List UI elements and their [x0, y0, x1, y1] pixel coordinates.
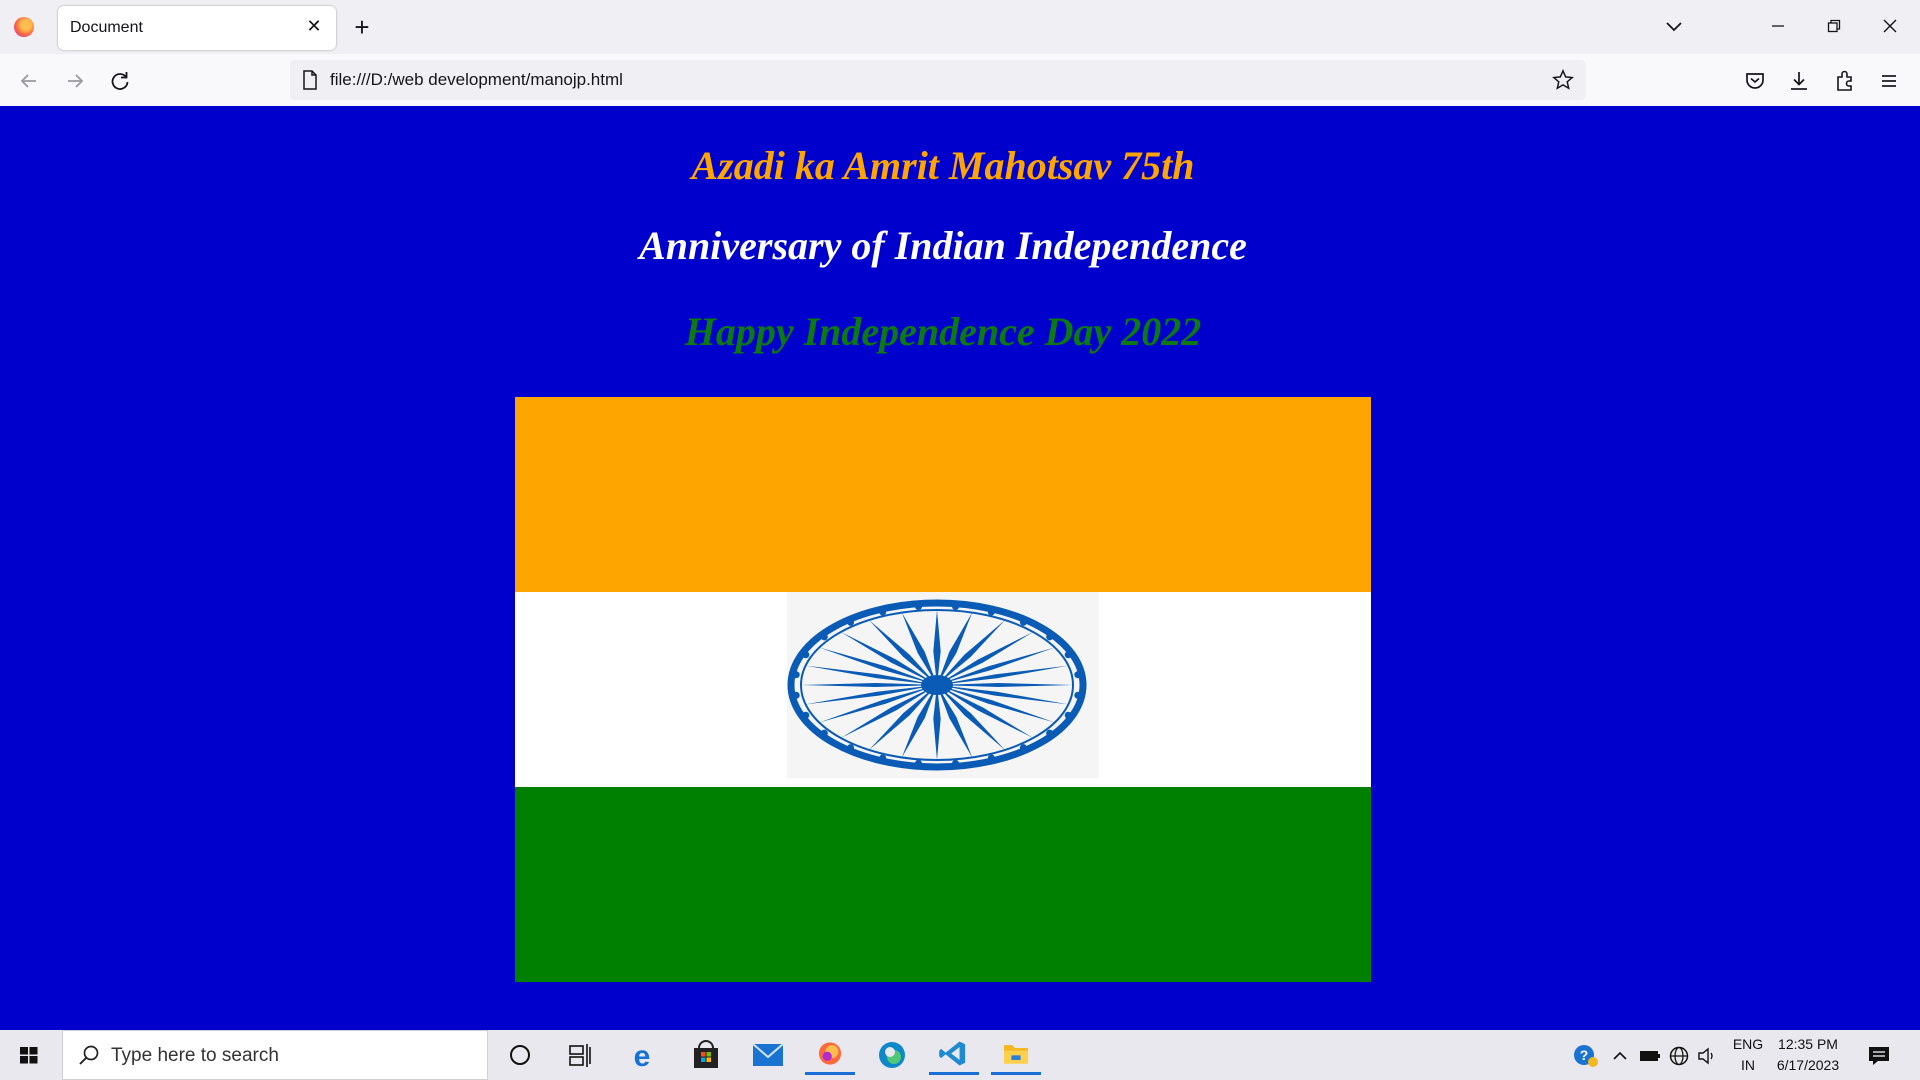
minimize-icon[interactable]	[1758, 10, 1798, 44]
new-tab-icon[interactable]: +	[350, 12, 374, 42]
chakra-rim-dot	[879, 754, 887, 762]
flag-green-band	[515, 787, 1371, 982]
tab-strip: Document ✕ +	[0, 0, 1920, 54]
cortana-icon[interactable]	[495, 1035, 545, 1075]
back-icon[interactable]	[14, 66, 44, 96]
chakra-rim-dot	[1019, 744, 1027, 752]
microsoft-store-icon[interactable]	[681, 1035, 731, 1075]
chakra-rim-dot	[847, 618, 855, 626]
input-language-indicator[interactable]: ENG IN	[1728, 1036, 1768, 1073]
chakra-rim-dot	[802, 651, 810, 659]
close-window-icon[interactable]	[1870, 10, 1910, 44]
chakra-rim-dot	[792, 691, 800, 699]
list-all-tabs-icon[interactable]	[1660, 14, 1688, 40]
chakra-hub	[921, 675, 953, 695]
clock-time: 12:35 PM	[1778, 1036, 1838, 1052]
restore-icon[interactable]	[1814, 10, 1854, 44]
bookmark-star-icon[interactable]	[1552, 69, 1574, 91]
mail-icon[interactable]	[743, 1035, 793, 1075]
chakra-rim-dot	[1046, 729, 1054, 737]
pocket-icon[interactable]	[1740, 66, 1770, 96]
url-text: file:///D:/web development/manojp.html	[330, 70, 623, 89]
svg-text:e: e	[634, 1040, 651, 1073]
region-code: IN	[1741, 1057, 1755, 1073]
clock[interactable]: 12:35 PM 6/17/2023	[1770, 1036, 1846, 1073]
taskbar-search-box[interactable]: Type here to search	[62, 1030, 488, 1080]
tab-document[interactable]: Document ✕	[58, 6, 336, 50]
page-icon	[303, 70, 317, 90]
reload-icon[interactable]	[105, 66, 135, 96]
network-globe-icon[interactable]	[1668, 1045, 1690, 1067]
edge-icon[interactable]	[867, 1035, 917, 1075]
chakra-spoke	[937, 682, 1073, 688]
forward-icon[interactable]	[60, 66, 90, 96]
vscode-icon[interactable]	[929, 1035, 979, 1075]
chakra-rim-dot	[1019, 618, 1027, 626]
flag-saffron-band	[515, 397, 1371, 592]
chakra-rim-dot	[820, 633, 828, 641]
chakra-rim-dot	[1064, 651, 1072, 659]
chakra-rim-dot	[792, 671, 800, 679]
chakra-rim-dot	[1074, 691, 1082, 699]
tab-close-icon[interactable]: ✕	[302, 14, 326, 38]
search-icon	[79, 1045, 99, 1065]
indian-flag	[515, 397, 1371, 982]
firefox-logo-icon[interactable]	[14, 17, 34, 37]
language-code: ENG	[1732, 1036, 1764, 1052]
battery-icon[interactable]	[1638, 1046, 1662, 1066]
notification-center-icon[interactable]	[1866, 1043, 1892, 1069]
chakra-spoke	[933, 610, 941, 685]
ashoka-chakra-icon	[787, 599, 1087, 771]
file-explorer-icon[interactable]	[991, 1035, 1041, 1075]
chakra-rim-dot	[802, 711, 810, 719]
heading-happy-independence-day: Happy Independence Day 2022	[684, 309, 1202, 354]
help-icon[interactable]: ?	[1572, 1043, 1600, 1069]
chakra-spoke	[933, 685, 941, 760]
volume-icon[interactable]	[1696, 1045, 1718, 1067]
svg-text:?: ?	[1580, 1047, 1589, 1063]
chakra-rim-dot	[1064, 711, 1072, 719]
navigation-toolbar: file:///D:/web development/manojp.html	[0, 54, 1920, 106]
chakra-rim-dot	[820, 729, 828, 737]
chakra-rim-dot	[952, 759, 960, 767]
chakra-rim-dot	[847, 744, 855, 752]
tab-title: Document	[70, 19, 143, 36]
chakra-spoke	[801, 682, 937, 688]
clock-date: 6/17/2023	[1776, 1057, 1840, 1073]
chakra-rim-dot	[952, 603, 960, 611]
chakra-rim-dot	[987, 608, 995, 616]
task-view-icon[interactable]	[555, 1035, 605, 1075]
windows-taskbar: Type here to search e ? ENG IN 12:35 PM …	[0, 1030, 1920, 1080]
chakra-rim-dot	[914, 759, 922, 767]
heading-anniversary: Anniversary of Indian Independence	[639, 223, 1247, 268]
edge-legacy-icon[interactable]: e	[617, 1035, 667, 1075]
chakra-rim-dot	[879, 608, 887, 616]
url-bar[interactable]: file:///D:/web development/manojp.html	[290, 60, 1586, 100]
search-placeholder: Type here to search	[111, 1045, 279, 1066]
firefox-taskbar-icon[interactable]	[805, 1035, 855, 1075]
menu-icon[interactable]	[1874, 66, 1904, 96]
chakra-rim-dot	[1074, 671, 1082, 679]
chakra-rim-dot	[1046, 633, 1054, 641]
downloads-icon[interactable]	[1784, 66, 1814, 96]
extensions-icon[interactable]	[1830, 66, 1860, 96]
chevron-up-icon[interactable]	[1610, 1046, 1630, 1066]
page-content: Azadi ka Amrit Mahotsav 75th Anniversary…	[0, 106, 1920, 1030]
chakra-rim-dot	[914, 603, 922, 611]
heading-azadi: Azadi ka Amrit Mahotsav 75th	[691, 143, 1195, 188]
ashoka-chakra-image	[787, 592, 1099, 778]
chakra-rim-dot	[987, 754, 995, 762]
windows-start-icon[interactable]	[0, 1030, 58, 1080]
